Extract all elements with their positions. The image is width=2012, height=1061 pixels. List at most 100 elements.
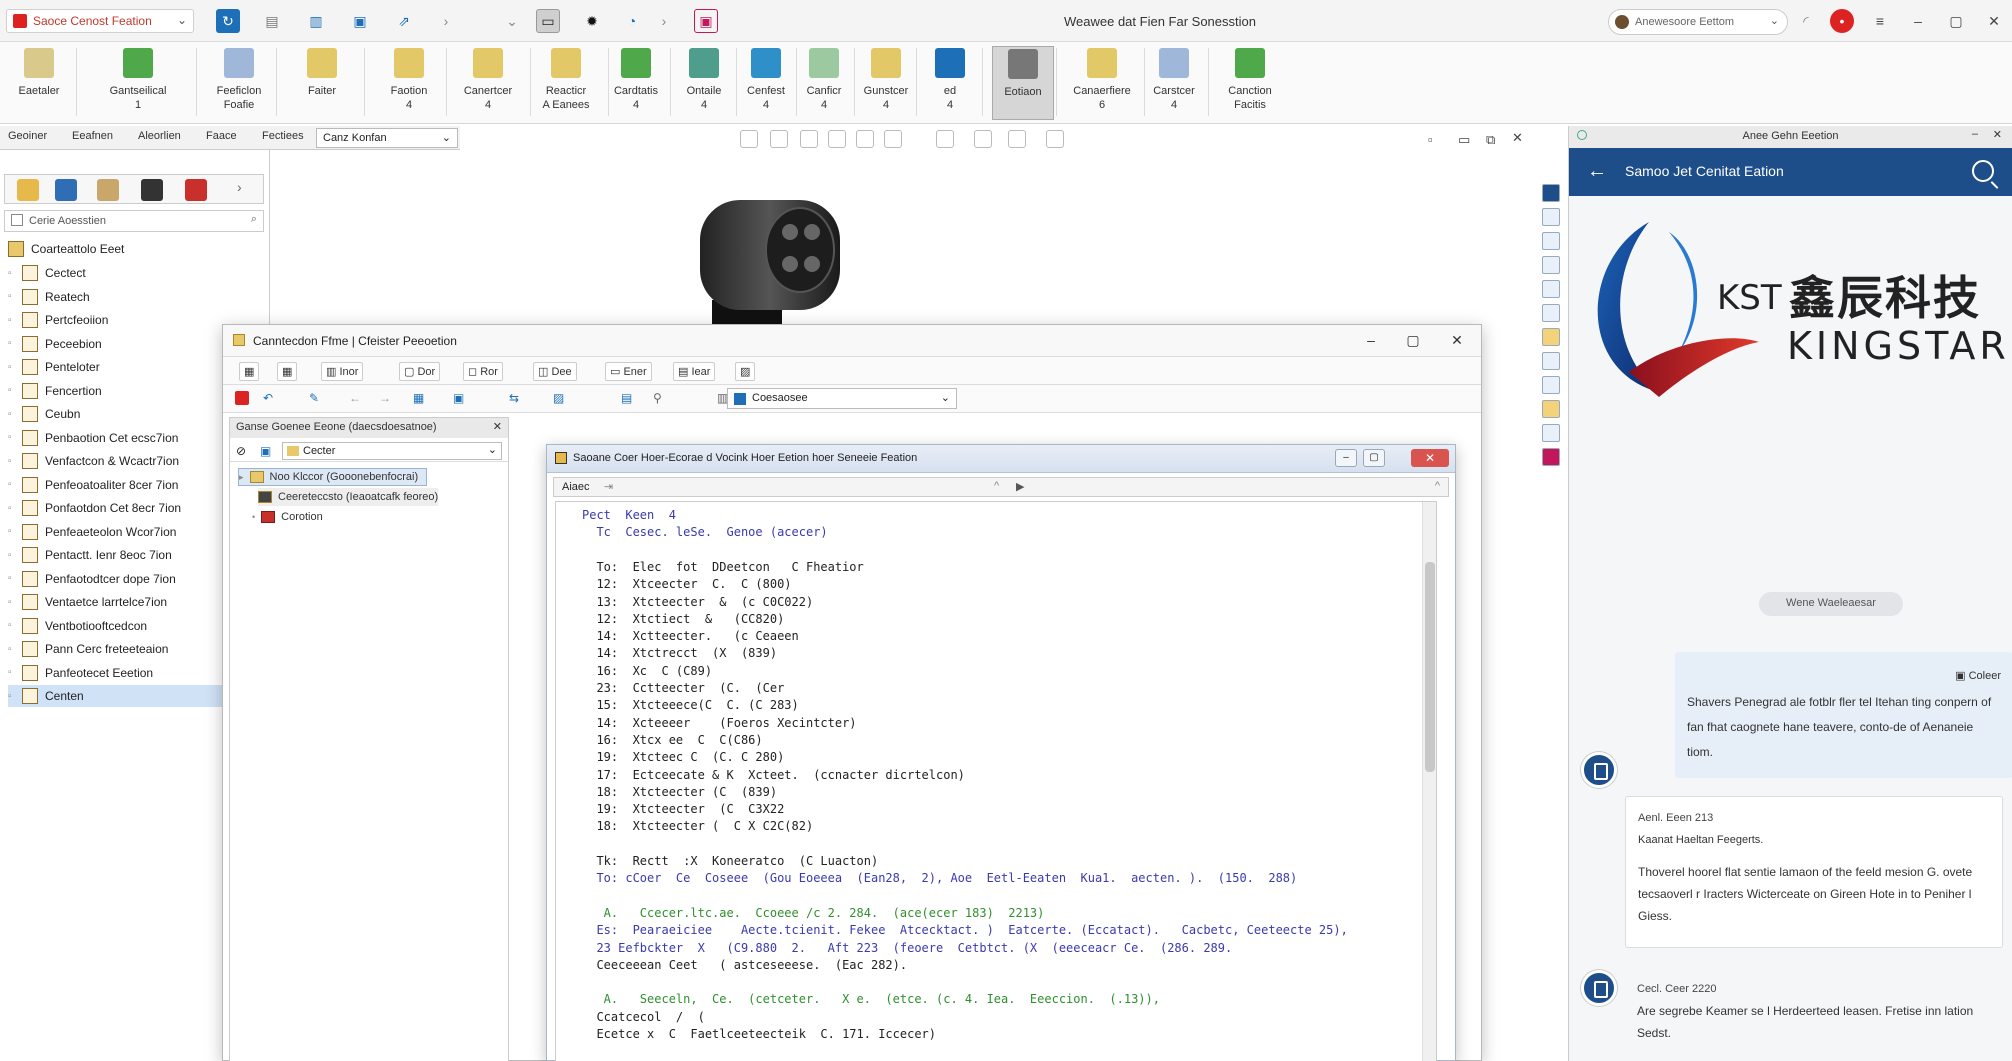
side-tool-list-icon[interactable]: [1542, 352, 1560, 370]
maximize-icon[interactable]: ▢: [1944, 9, 1968, 33]
arrow-right-icon[interactable]: ⇥: [604, 480, 613, 493]
expand-icon[interactable]: ▫: [8, 338, 22, 349]
layout-icon[interactable]: ▭: [536, 9, 560, 33]
expand-icon[interactable]: ▫: [8, 597, 22, 608]
minimize-icon[interactable]: ▭: [1458, 132, 1470, 148]
ribbon-button-12[interactable]: ed 4: [920, 46, 980, 120]
tab-2[interactable]: Aleorlien: [138, 130, 181, 142]
expand-icon[interactable]: ▫: [8, 550, 22, 561]
notification-icon[interactable]: •: [1830, 9, 1854, 33]
ribbon-button-6[interactable]: Reacticr A Eanees: [526, 46, 606, 120]
route-icon[interactable]: ▨: [553, 391, 564, 405]
link-icon[interactable]: ⇆: [509, 391, 519, 405]
expand-icon[interactable]: ▫: [8, 291, 22, 302]
side-tool-image-icon[interactable]: [1542, 280, 1560, 298]
ribbon-button-5[interactable]: Canertcer 4: [448, 46, 528, 120]
restore-icon[interactable]: ⧉: [1486, 132, 1495, 148]
side-tool-copy-icon[interactable]: [1542, 256, 1560, 274]
view-side-icon[interactable]: [884, 130, 902, 148]
layer-icon[interactable]: ▣: [453, 391, 464, 405]
tab-0[interactable]: Geoiner: [8, 130, 47, 142]
tree-item[interactable]: ▫ Cectect: [8, 262, 268, 284]
chevron-down-icon[interactable]: ⌄: [500, 9, 524, 33]
expand-icon[interactable]: ▫: [8, 573, 22, 584]
ribbon-button-2[interactable]: Feeficlon Foafie: [204, 46, 274, 120]
ribbon-button-16[interactable]: Canction Facitis: [1210, 46, 1290, 120]
expand-icon[interactable]: ▫: [8, 456, 22, 467]
expand-icon[interactable]: ▫: [8, 503, 22, 514]
maximize-icon[interactable]: ▢: [1403, 332, 1423, 350]
view-render-icon[interactable]: [1046, 130, 1064, 148]
tab-dropdown[interactable]: Canz Konfan ⌄: [316, 128, 458, 148]
win1-tool-3[interactable]: ◫ Dee: [533, 362, 577, 381]
side-tool-bookmark-icon[interactable]: [1542, 424, 1560, 442]
scrollbar-thumb[interactable]: [1425, 562, 1435, 772]
side-tool-record-icon[interactable]: [1542, 448, 1560, 466]
ribbon-button-4[interactable]: Faotion 4: [374, 46, 444, 120]
edit-icon[interactable]: ✎: [309, 391, 319, 405]
expand-icon[interactable]: ▫: [8, 362, 22, 373]
minimize-icon[interactable]: –: [1335, 449, 1357, 467]
ribbon-button-10[interactable]: Canficr 4: [796, 46, 852, 120]
side-tool-save-icon[interactable]: [1542, 232, 1560, 250]
maximize-icon[interactable]: ▢: [1363, 449, 1385, 467]
ribbon-button-1[interactable]: Gantseilical 1: [82, 46, 194, 120]
side-tool-table-icon[interactable]: [1542, 304, 1560, 322]
tab-4[interactable]: Fectiees: [262, 130, 304, 142]
view-orbit-icon[interactable]: [800, 130, 818, 148]
expand-icon[interactable]: ▫: [8, 385, 22, 396]
view-shade-icon[interactable]: [1008, 130, 1026, 148]
expand-icon[interactable]: ▫: [8, 667, 22, 678]
menu-icon[interactable]: ≡: [1868, 9, 1892, 33]
zoom-icon[interactable]: ⚲: [653, 391, 662, 405]
play-icon[interactable]: ▶: [1016, 480, 1024, 493]
ribbon-button-11[interactable]: Gunstcer 4: [858, 46, 914, 120]
table-icon[interactable]: ▤: [621, 391, 632, 405]
tab-3[interactable]: Faace: [206, 130, 237, 142]
back-arrow-icon[interactable]: ←: [1587, 160, 1607, 183]
view-rotate-icon[interactable]: [770, 130, 788, 148]
arrow-right-icon[interactable]: ›: [237, 179, 259, 201]
tree-item[interactable]: ▫ Reatech: [8, 286, 268, 308]
chevron-up-icon[interactable]: ^: [1435, 480, 1440, 492]
expand-icon[interactable]: ▫: [8, 620, 22, 631]
ribbon-button-15[interactable]: Carstcer 4: [1142, 46, 1206, 120]
chevron-up-icon[interactable]: ^: [994, 480, 999, 492]
search-icon[interactable]: [1972, 160, 1994, 182]
win1-tool-1[interactable]: ▢ Dor: [399, 362, 441, 381]
arrow-right-icon[interactable]: ›: [652, 9, 676, 33]
view-front-icon[interactable]: [740, 130, 758, 148]
folder-icon[interactable]: [17, 179, 39, 201]
component-icon[interactable]: [185, 179, 207, 201]
part-icon[interactable]: [141, 179, 163, 201]
close-icon[interactable]: ✕: [493, 420, 502, 433]
ribbon-button-13[interactable]: Eotiaon: [992, 46, 1054, 120]
expand-icon[interactable]: ▫: [8, 479, 22, 490]
ribbon-button-7[interactable]: Cardtatis 4: [604, 46, 668, 120]
win1-tool-6[interactable]: ▨: [735, 362, 756, 381]
win1-tree-item-0[interactable]: ▸ Noo Klccor (Gooonebenfocrai): [238, 468, 428, 486]
close-icon[interactable]: ✕: [1447, 332, 1467, 350]
refresh-icon[interactable]: ↻: [216, 9, 240, 33]
ribbon-button-3[interactable]: Faiter: [282, 46, 362, 120]
side-tool-note-icon[interactable]: [1542, 400, 1560, 418]
arrow-right-icon[interactable]: ›: [434, 9, 458, 33]
tree-root[interactable]: Coarteattolo Eeet: [8, 238, 268, 260]
close-icon[interactable]: ✕: [1512, 130, 1523, 146]
side-tool-layers-icon[interactable]: [1542, 208, 1560, 226]
grid-icon[interactable]: ▦: [413, 391, 424, 405]
win1-mode-dropdown[interactable]: Coesaosee ⌄: [727, 388, 957, 409]
tree-search-input[interactable]: Cerie Aoesstien ⌕: [4, 210, 264, 232]
expand-icon[interactable]: ▫: [8, 432, 22, 443]
view-zoom-icon[interactable]: [936, 130, 954, 148]
close-button[interactable]: ✕: [1411, 449, 1449, 467]
view-iso-icon[interactable]: [828, 130, 846, 148]
undo-icon[interactable]: ↶: [263, 391, 273, 405]
refresh-icon[interactable]: ◜: [1794, 9, 1818, 33]
scrollbar[interactable]: [1422, 502, 1436, 1061]
app-dropdown[interactable]: Saoce Cenost Feation ⌄: [6, 9, 194, 33]
minimize-icon[interactable]: –: [1906, 9, 1930, 33]
box-icon[interactable]: [97, 179, 119, 201]
expand-icon[interactable]: ▫: [8, 409, 22, 420]
win1-tool-4[interactable]: ▭ Ener: [605, 362, 652, 381]
